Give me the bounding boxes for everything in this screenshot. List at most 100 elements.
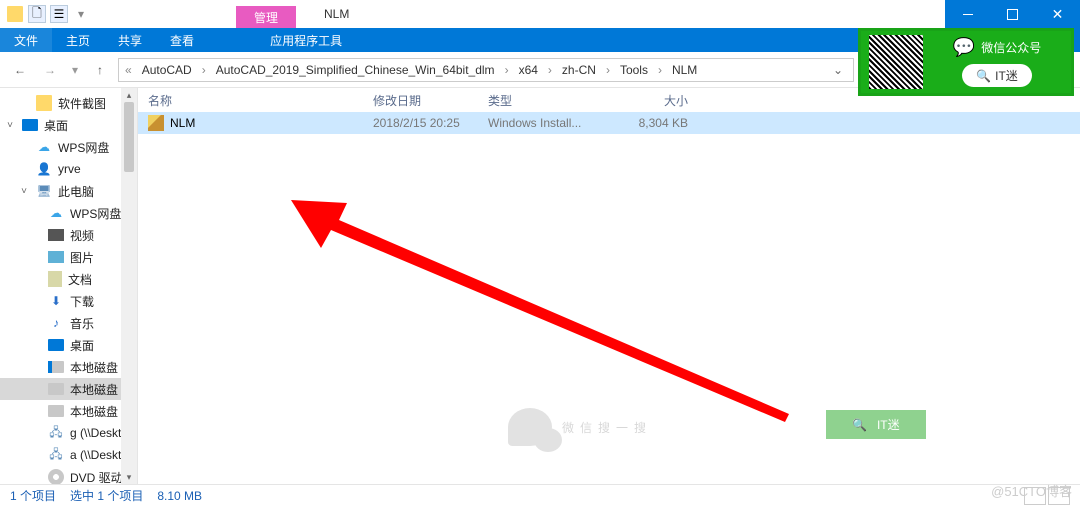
sidebar-item[interactable]: 文档 — [0, 268, 137, 290]
quick-access-toolbar: 🗋 ☰ ▾ — [0, 0, 96, 28]
sidebar-item-label: 此电脑 — [58, 183, 94, 200]
breadcrumb-seg[interactable]: x64 — [513, 63, 544, 77]
sidebar-item[interactable]: 🖧g (\\Desktop- — [0, 422, 137, 444]
qat-item[interactable]: 🗋 — [28, 5, 46, 23]
wechat-watermark: 微信搜一搜 — [508, 408, 652, 446]
minimize-button[interactable] — [945, 0, 990, 28]
installer-icon — [148, 115, 164, 131]
sidebar-item[interactable]: ☁ WPS网盘 — [0, 136, 137, 158]
expand-icon[interactable]: ˅ — [18, 186, 30, 197]
overlay-button[interactable]: 🔍 IT迷 — [962, 64, 1032, 87]
scroll-down-icon[interactable]: ▾ — [121, 470, 137, 484]
sidebar-item-label: 本地磁盘 — [70, 403, 118, 420]
sidebar-item[interactable]: 图片 — [0, 246, 137, 268]
col-date[interactable]: 修改日期 — [373, 92, 488, 109]
user-icon: 👤 — [36, 161, 52, 177]
sidebar-scrollbar[interactable]: ▴ ▾ — [121, 88, 137, 484]
chevron-right-icon[interactable]: › — [200, 63, 208, 77]
breadcrumb-seg[interactable]: NLM — [666, 63, 703, 77]
drive-icon — [48, 383, 64, 395]
status-bar: 1 个项目 选中 1 个项目 8.10 MB — [0, 484, 1080, 506]
expand-icon[interactable]: ˅ — [4, 120, 16, 131]
chevron-left-icon[interactable]: « — [123, 63, 134, 77]
tab-view[interactable]: 查看 — [156, 28, 208, 52]
annotation-arrow — [291, 200, 811, 430]
contextual-tab-manage[interactable]: 管理 — [236, 6, 296, 28]
forward-button[interactable]: → — [38, 58, 62, 82]
nav-pane[interactable]: 软件截图˅桌面☁WPS网盘👤yrve˅🖥此电脑☁WPS网盘视频图片文档⬇下载♪音… — [0, 88, 138, 484]
file-list[interactable]: 名称 修改日期 类型 大小 NLM 2018/2/15 20:25 Window… — [138, 88, 1080, 484]
breadcrumb-seg[interactable]: AutoCAD_2019_Simplified_Chinese_Win_64bi… — [210, 63, 501, 77]
address-bar[interactable]: « AutoCAD › AutoCAD_2019_Simplified_Chin… — [118, 58, 854, 82]
sidebar-item[interactable]: 本地磁盘 (D:) — [0, 378, 137, 400]
recent-drop-icon[interactable]: ▾ — [68, 58, 82, 82]
chevron-down-icon[interactable]: ⌄ — [827, 63, 849, 77]
file-row[interactable]: NLM 2018/2/15 20:25 Windows Install... 8… — [138, 112, 1080, 134]
col-type[interactable]: 类型 — [488, 92, 618, 109]
wechat-icon: 💬 — [953, 37, 975, 58]
body: 软件截图˅桌面☁WPS网盘👤yrve˅🖥此电脑☁WPS网盘视频图片文档⬇下载♪音… — [0, 88, 1080, 484]
maximize-button[interactable] — [990, 0, 1035, 28]
file-name-cell: NLM — [148, 115, 373, 131]
close-button[interactable]: ✕ — [1035, 0, 1080, 28]
sidebar-item[interactable]: ˅ 🖥 此电脑 — [0, 180, 137, 202]
file-size-cell: 8,304 KB — [618, 116, 708, 130]
breadcrumb-seg[interactable]: Tools — [614, 63, 654, 77]
file-tab[interactable]: 文件 — [0, 28, 52, 52]
status-size: 8.10 MB — [157, 489, 202, 503]
desktop-icon — [48, 339, 64, 351]
video-icon — [48, 229, 64, 241]
sidebar-item-label: 音乐 — [70, 315, 94, 332]
dl-icon: ⬇ — [48, 293, 64, 309]
sidebar-item[interactable]: 本地磁盘 — [0, 400, 137, 422]
breadcrumb-seg[interactable]: zh-CN — [556, 63, 602, 77]
sidebar-item[interactable]: 桌面 — [0, 334, 137, 356]
chevron-right-icon[interactable]: › — [604, 63, 612, 77]
search-icon: 🔍 — [852, 418, 867, 432]
up-button[interactable]: ↑ — [88, 58, 112, 82]
cloud-icon: ☁ — [48, 205, 64, 221]
qat-drop-icon[interactable]: ▾ — [72, 5, 90, 23]
qr-code — [869, 35, 923, 89]
sidebar-item[interactable]: ♪音乐 — [0, 312, 137, 334]
chevron-right-icon[interactable]: › — [503, 63, 511, 77]
folder-icon — [6, 5, 24, 23]
sidebar-item[interactable]: ˅ 桌面 — [0, 114, 137, 136]
sidebar-item[interactable]: 视频 — [0, 224, 137, 246]
back-button[interactable]: ← — [8, 58, 32, 82]
col-size[interactable]: 大小 — [618, 92, 708, 109]
sidebar-item-label: 图片 — [70, 249, 94, 266]
pc-icon: 🖥 — [36, 183, 52, 199]
status-selection: 选中 1 个项目 — [70, 487, 143, 504]
scroll-up-icon[interactable]: ▴ — [121, 88, 137, 102]
window-title: NLM — [324, 0, 349, 28]
sidebar-item-label: yrve — [58, 162, 81, 176]
sidebar-item[interactable]: 👤 yrve — [0, 158, 137, 180]
qat-item[interactable]: ☰ — [50, 5, 68, 23]
breadcrumb-seg[interactable]: AutoCAD — [136, 63, 198, 77]
pic-icon — [48, 251, 64, 263]
cloud-icon: ☁ — [36, 139, 52, 155]
tab-share[interactable]: 共享 — [104, 28, 156, 52]
sidebar-item-label: WPS网盘 — [58, 139, 109, 156]
file-date-cell: 2018/2/15 20:25 — [373, 116, 488, 130]
sidebar-item[interactable]: ☁WPS网盘 — [0, 202, 137, 224]
sidebar-item-label: 下载 — [70, 293, 94, 310]
tab-app-tools[interactable]: 应用程序工具 — [256, 28, 356, 52]
overlay-title: 💬 微信公众号 — [953, 37, 1041, 58]
chevron-right-icon[interactable]: › — [546, 63, 554, 77]
sidebar-item[interactable]: 🖧a (\\Desktop- — [0, 444, 137, 466]
tab-home[interactable]: 主页 — [52, 28, 104, 52]
sidebar-item[interactable]: DVD 驱动器 (Z — [0, 466, 137, 484]
drive-c-icon — [48, 361, 64, 373]
col-name[interactable]: 名称 — [148, 92, 373, 109]
source-watermark: @51CTO博客 — [991, 481, 1072, 500]
chevron-right-icon[interactable]: › — [656, 63, 664, 77]
wechat-watermark-button: 🔍 IT迷 — [826, 410, 926, 439]
search-icon: 🔍 — [976, 69, 991, 83]
sidebar-item[interactable]: 软件截图 — [0, 92, 137, 114]
sidebar-item[interactable]: ⬇ 下载 — [0, 290, 137, 312]
sidebar-item[interactable]: 本地磁盘 (C:) — [0, 356, 137, 378]
folder-icon — [36, 95, 52, 111]
sidebar-item-label: 桌面 — [44, 117, 68, 134]
